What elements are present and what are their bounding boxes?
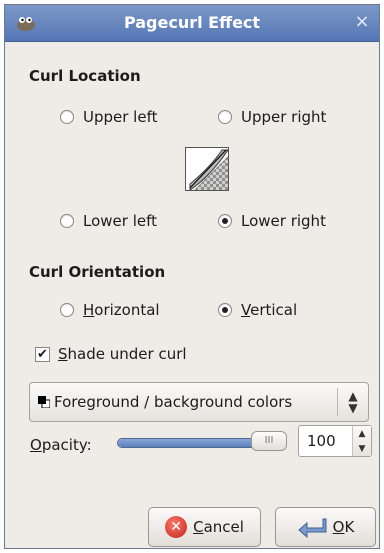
label-rest: ertical (250, 301, 298, 319)
radio-upper-left[interactable]: Upper left (60, 107, 157, 127)
radio-label: Lower right (241, 212, 326, 230)
opacity-label: Opacity: (30, 436, 92, 454)
radio-indicator[interactable] (60, 214, 74, 228)
mnemonic-letter: O (332, 518, 345, 536)
radio-label: Vertical (241, 301, 297, 319)
title-bar[interactable]: Pagecurl Effect × (5, 5, 379, 42)
radio-indicator[interactable] (218, 303, 232, 317)
gradient-select[interactable]: Foreground / background colors ▲ ▼ (29, 382, 369, 422)
radio-label: Upper left (83, 108, 158, 126)
curl-location-heading: Curl Location (29, 67, 141, 85)
updown-arrows-icon[interactable]: ▲ ▼ (338, 390, 368, 414)
radio-vertical[interactable]: Vertical (218, 300, 297, 320)
cancel-button[interactable]: ✕ Cancel (148, 507, 261, 547)
radio-lower-right[interactable]: Lower right (218, 211, 326, 231)
mnemonic-letter: H (83, 301, 95, 319)
cancel-label: Cancel (193, 518, 244, 536)
opacity-value[interactable]: 100 (299, 432, 352, 450)
mnemonic-letter: V (241, 301, 251, 319)
label-rest: orizontal (94, 301, 160, 319)
shade-under-curl-checkbox[interactable]: ✔ Shade under curl (35, 344, 187, 364)
mnemonic-letter: S (58, 345, 68, 363)
label-rest: hade under curl (67, 345, 187, 363)
radio-upper-right[interactable]: Upper right (218, 107, 326, 127)
opacity-spinbutton[interactable]: 100 ▲ ▼ (298, 425, 372, 457)
curl-orientation-heading: Curl Orientation (29, 263, 166, 281)
window-title: Pagecurl Effect (123, 13, 261, 32)
radio-indicator[interactable] (218, 214, 232, 228)
spin-arrows[interactable]: ▲ ▼ (352, 426, 371, 456)
cancel-icon: ✕ (165, 516, 188, 538)
label-rest: K (344, 518, 355, 536)
ok-arrow-icon (297, 518, 327, 538)
fg-bg-colors-icon (38, 396, 50, 408)
curl-preview-image (185, 147, 229, 191)
ok-button[interactable]: OK (275, 507, 376, 547)
radio-label: Horizontal (83, 301, 160, 319)
radio-indicator[interactable] (218, 110, 232, 124)
label-rest: ancel (203, 518, 244, 536)
radio-indicator[interactable] (60, 110, 74, 124)
ok-label: OK (333, 518, 355, 536)
pagecurl-dialog: Pagecurl Effect × Curl Location Upper le… (4, 4, 380, 549)
checkmark-icon[interactable]: ✔ (35, 346, 50, 362)
checkbox-label: Shade under curl (58, 345, 187, 363)
mnemonic-letter: C (193, 518, 204, 536)
page-curl-preview-icon (189, 149, 228, 190)
spin-down-icon[interactable]: ▼ (359, 444, 366, 454)
mnemonic-letter: O (30, 436, 42, 454)
gradient-select-value: Foreground / background colors (54, 393, 293, 411)
opacity-slider-handle[interactable]: III (251, 431, 287, 451)
radio-label: Lower left (83, 212, 157, 230)
close-icon[interactable]: × (353, 13, 371, 31)
label-rest: pacity: (41, 436, 92, 454)
radio-indicator[interactable] (60, 303, 74, 317)
radio-lower-left[interactable]: Lower left (60, 211, 157, 231)
radio-label: Upper right (241, 108, 327, 126)
radio-horizontal[interactable]: Horizontal (60, 300, 160, 320)
spin-up-icon[interactable]: ▲ (359, 429, 366, 439)
